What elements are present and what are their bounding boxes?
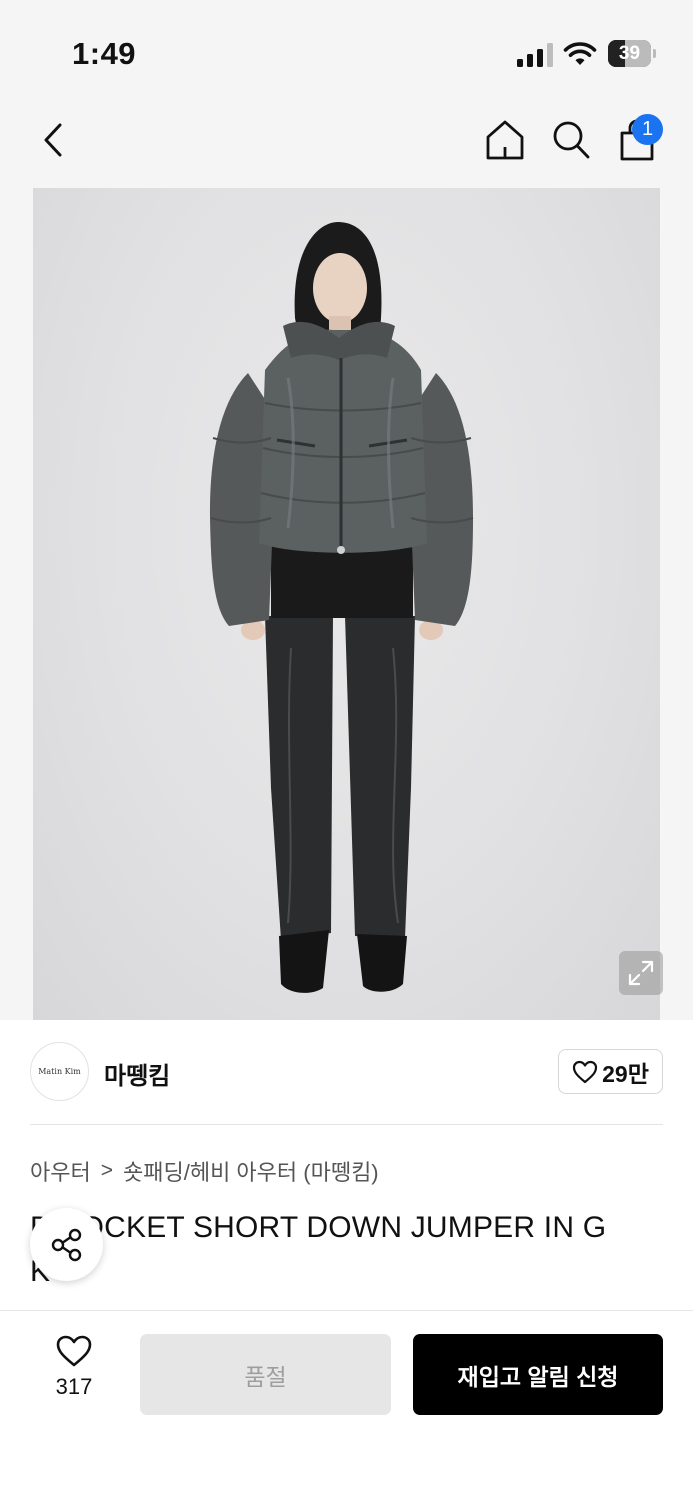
home-button[interactable] xyxy=(482,116,528,164)
expand-icon xyxy=(628,960,654,986)
heart-outline-icon xyxy=(573,1060,598,1083)
cart-count-badge: 1 xyxy=(632,114,663,145)
wishlist-button[interactable]: 317 xyxy=(36,1334,112,1414)
product-title-line2: K xyxy=(30,1250,670,1282)
battery-percent: 39 xyxy=(618,43,641,64)
wishlist-count: 317 xyxy=(55,1374,93,1399)
expand-image-button[interactable] xyxy=(619,951,663,995)
product-title: D POCKET SHORT DOWN JUMPER IN G K xyxy=(30,1206,670,1282)
chevron-left-icon xyxy=(44,123,62,157)
status-time: 1:49 xyxy=(72,36,137,71)
signal-icon xyxy=(517,43,553,67)
breadcrumb-separator: > xyxy=(100,1159,113,1182)
share-icon xyxy=(51,1228,81,1261)
breadcrumb: 아우터 > 숏패딩/헤비 아우터 (마뗑킴) xyxy=(30,1155,379,1187)
battery-icon: 39 xyxy=(608,40,656,67)
brand-like-count: 29만 xyxy=(602,1060,649,1087)
product-image[interactable] xyxy=(33,188,660,1020)
breadcrumb-category[interactable]: 아우터 xyxy=(30,1155,91,1187)
product-title-line1: D POCKET SHORT DOWN JUMPER IN G xyxy=(30,1211,607,1244)
divider xyxy=(30,1124,663,1125)
product-photo-illustration xyxy=(209,222,474,993)
brand-name[interactable]: 마뗑킴 xyxy=(104,1056,170,1091)
search-icon xyxy=(553,121,590,159)
breadcrumb-subcategory[interactable]: 숏패딩/헤비 아우터 (마뗑킴) xyxy=(123,1155,379,1187)
search-button[interactable] xyxy=(548,116,594,164)
heart-outline-icon xyxy=(56,1335,92,1367)
soldout-button[interactable]: 품절 xyxy=(140,1334,391,1415)
wifi-icon xyxy=(563,42,597,65)
home-icon xyxy=(486,120,524,160)
back-button[interactable] xyxy=(32,118,74,162)
brand-logo[interactable]: Matin Kim xyxy=(30,1042,89,1101)
brand-logo-text: Matin Kim xyxy=(38,1067,81,1076)
restock-alert-button[interactable]: 재입고 알림 신청 xyxy=(413,1334,663,1415)
share-button[interactable] xyxy=(30,1208,103,1281)
brand-like-button[interactable]: 29만 xyxy=(558,1049,663,1094)
